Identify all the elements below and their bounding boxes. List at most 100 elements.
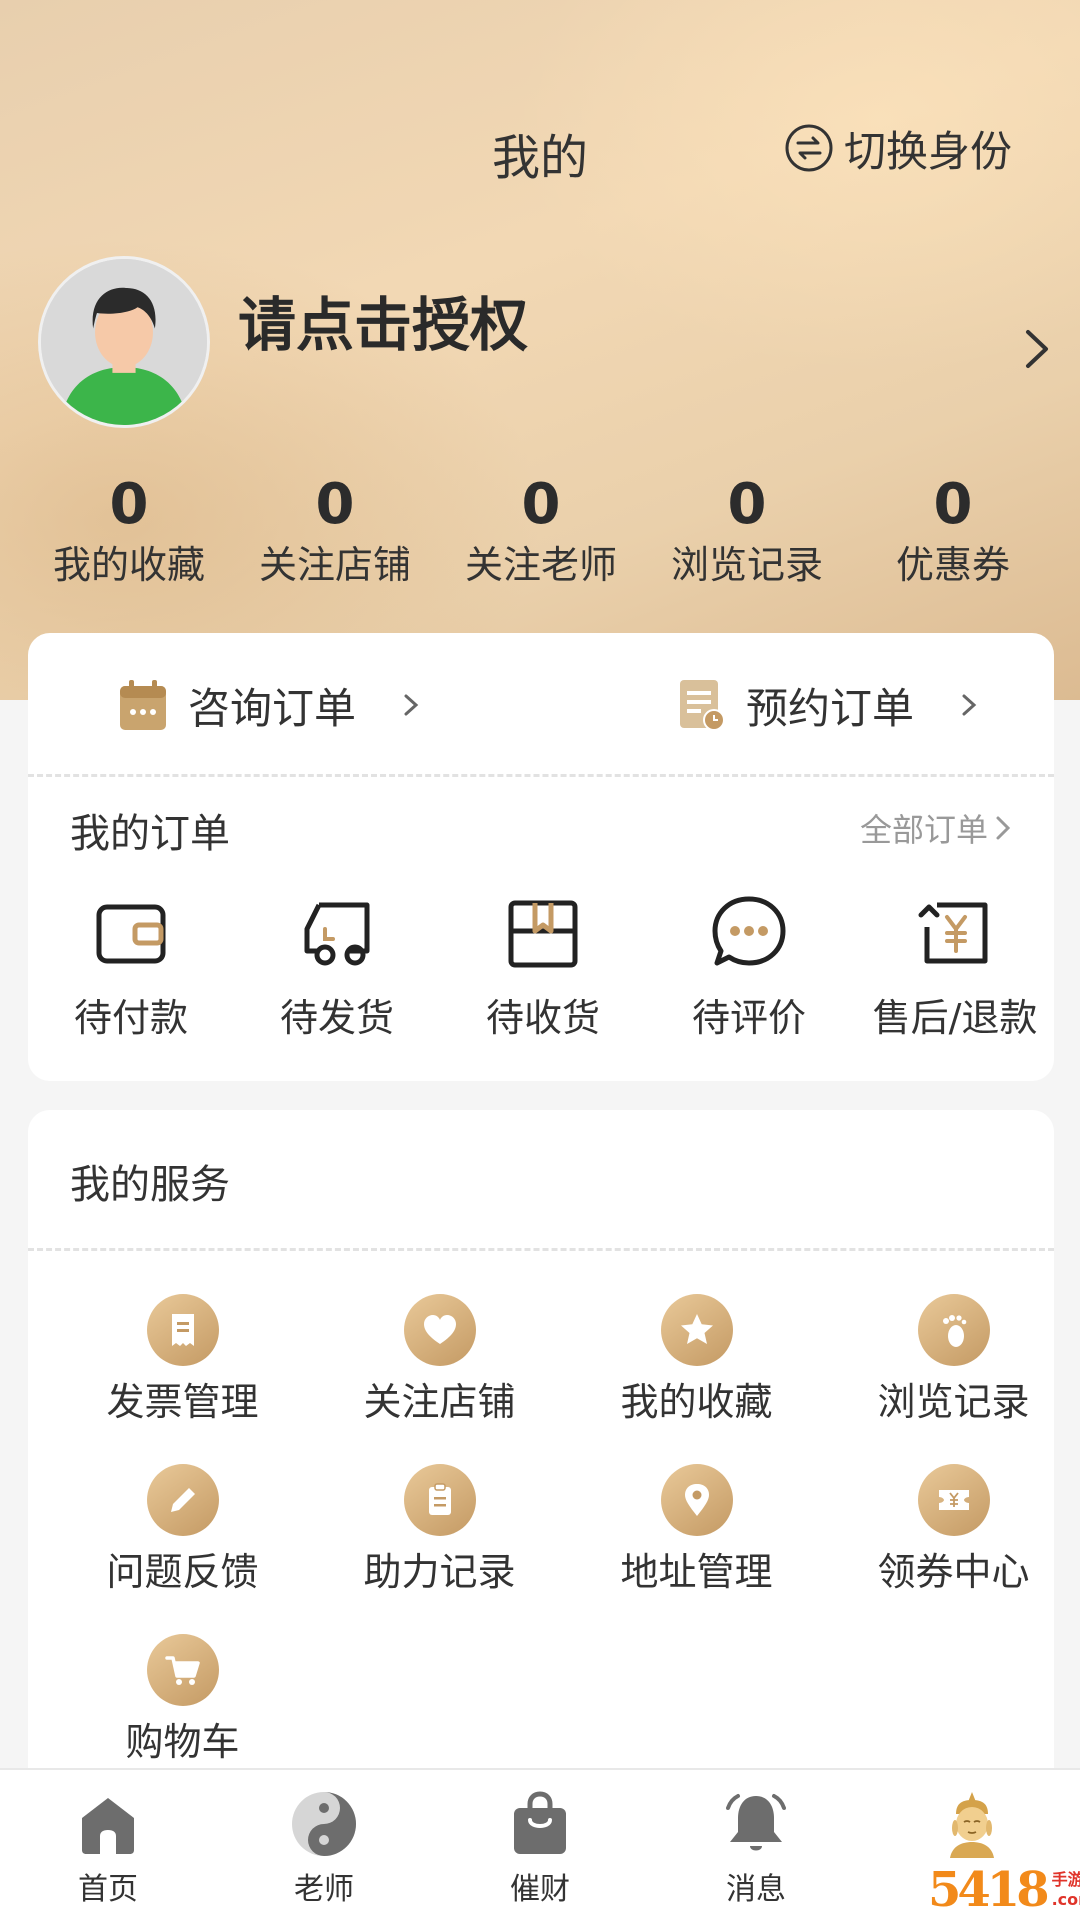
clipboard-icon (403, 1464, 476, 1536)
document-clock-icon (680, 680, 725, 731)
chevron-right-icon (962, 694, 977, 716)
bell-icon (726, 1794, 786, 1851)
stat-coupons[interactable]: 0 优惠券 (850, 470, 1056, 590)
star-icon (660, 1294, 733, 1366)
service-label: 问题反馈 (106, 1550, 259, 1594)
service-label: 助力记录 (363, 1550, 516, 1594)
stat-favorites[interactable]: 0 我的收藏 (26, 470, 232, 590)
service-label: 浏览记录 (877, 1380, 1030, 1424)
yin-yang-icon (292, 1792, 356, 1856)
default-avatar-icon (41, 259, 207, 425)
stat-value: 0 (727, 472, 767, 537)
tab-label: 消息 (726, 1872, 786, 1907)
stat-value: 0 (109, 472, 149, 537)
order-pending-payment[interactable]: 待付款 (28, 893, 234, 1042)
footprint-icon (917, 1294, 990, 1366)
shopping-bag-icon (514, 1791, 566, 1854)
my-orders-title: 我的订单 (70, 811, 230, 857)
order-after-sales[interactable]: 售后/退款 (852, 893, 1058, 1042)
home-icon (82, 1798, 134, 1854)
stat-label: 关注老师 (464, 543, 617, 587)
switch-identity-button[interactable]: 切换身份 (784, 118, 1012, 178)
service-label: 我的收藏 (620, 1380, 773, 1424)
service-label: 领券中心 (877, 1550, 1030, 1594)
order-item-label: 待评价 (691, 996, 806, 1040)
order-pending-review[interactable]: 待评价 (646, 893, 852, 1042)
order-pending-receipt[interactable]: 待收货 (440, 893, 646, 1042)
service-favorites[interactable]: 我的收藏 (568, 1294, 825, 1426)
chevron-right-icon (996, 816, 1011, 840)
order-item-label: 待发货 (279, 996, 394, 1040)
tab-teacher[interactable]: 老师 (216, 1788, 432, 1908)
my-services-title: 我的服务 (70, 1162, 230, 1208)
username[interactable]: 请点击授权 (238, 278, 528, 362)
stat-label: 关注店铺 (258, 543, 411, 587)
stat-label: 我的收藏 (52, 543, 205, 587)
service-label: 购物车 (125, 1720, 240, 1764)
tab-messages[interactable]: 消息 (648, 1788, 864, 1908)
watermark-logo: 5418 手游网 .com.cn (928, 1860, 1080, 1920)
stat-followed-shops[interactable]: 0 关注店铺 (232, 470, 438, 590)
service-followed-shops[interactable]: 关注店铺 (311, 1294, 568, 1426)
chat-bubble-icon (712, 896, 786, 966)
wallet-icon (96, 904, 166, 964)
booking-orders-link[interactable]: 预约订单 (676, 675, 984, 735)
service-coupon-center[interactable]: 领券中心 (825, 1464, 1080, 1596)
tab-home[interactable]: 首页 (0, 1788, 216, 1908)
stat-value: 0 (521, 472, 561, 537)
truck-icon (304, 902, 370, 966)
calendar-icon (120, 680, 166, 730)
order-item-label: 待付款 (73, 996, 188, 1040)
stat-value: 0 (933, 472, 973, 537)
stat-history[interactable]: 0 浏览记录 (644, 470, 850, 590)
cart-icon (146, 1634, 219, 1706)
refund-icon (918, 902, 988, 964)
consult-orders-link[interactable]: 咨询订单 (118, 675, 426, 735)
chevron-right-icon[interactable] (1012, 324, 1062, 374)
service-cart[interactable]: 购物车 (54, 1634, 311, 1766)
service-address[interactable]: 地址管理 (568, 1464, 825, 1596)
watermark-top: 手游网 (1051, 1870, 1080, 1889)
tab-label: 首页 (78, 1872, 138, 1907)
heart-icon (403, 1294, 476, 1366)
booking-orders-label: 预约订单 (746, 683, 915, 733)
coupon-icon (917, 1464, 990, 1536)
service-history[interactable]: 浏览记录 (825, 1294, 1080, 1426)
service-feedback[interactable]: 问题反馈 (54, 1464, 311, 1596)
services-card: 我的服务 发票管理 关注店铺 我的收藏 浏览记录 问题反馈 助力记录 地址管理 … (28, 1110, 1054, 1770)
all-orders-label: 全部订单 (859, 811, 988, 849)
stat-value: 0 (315, 472, 355, 537)
switch-identity-label: 切换身份 (844, 126, 1013, 176)
pencil-icon (146, 1464, 219, 1536)
stat-followed-teachers[interactable]: 0 关注老师 (438, 470, 644, 590)
chevron-right-icon (404, 694, 419, 716)
all-orders-link[interactable]: 全部订单 (860, 805, 1014, 851)
divider (28, 1248, 1054, 1251)
order-item-label: 待收货 (485, 996, 600, 1040)
service-assist-records[interactable]: 助力记录 (311, 1464, 568, 1596)
watermark-bottom: .com.cn (1051, 1890, 1080, 1909)
quick-orders-row: 咨询订单 预约订单 (28, 633, 1054, 775)
stat-label: 优惠券 (895, 543, 1010, 587)
tab-label: 老师 (294, 1872, 354, 1907)
service-label: 地址管理 (620, 1550, 773, 1594)
consult-orders-label: 咨询订单 (188, 683, 357, 733)
service-label: 关注店铺 (363, 1380, 516, 1424)
order-pending-shipment[interactable]: 待发货 (234, 893, 440, 1042)
buddha-icon (950, 1792, 994, 1858)
service-label: 发票管理 (106, 1380, 259, 1424)
box-icon (508, 900, 578, 968)
avatar[interactable] (38, 256, 210, 428)
bottom-tab-bar: 首页 老师 催财 消息 (0, 1768, 1080, 1920)
location-pin-icon (660, 1464, 733, 1536)
tab-wealth[interactable]: 催财 (432, 1788, 648, 1908)
stats-bar: 0 我的收藏 0 关注店铺 0 关注老师 0 浏览记录 0 优惠券 (0, 470, 1080, 600)
stat-label: 浏览记录 (670, 543, 823, 587)
watermark-main: 5418 (928, 1862, 1050, 1918)
divider (28, 774, 1054, 777)
receipt-icon (146, 1294, 219, 1366)
service-invoice[interactable]: 发票管理 (54, 1294, 311, 1426)
swap-icon (785, 124, 833, 172)
tab-label: 催财 (510, 1872, 570, 1907)
tab-profile[interactable] (864, 1788, 1080, 1864)
